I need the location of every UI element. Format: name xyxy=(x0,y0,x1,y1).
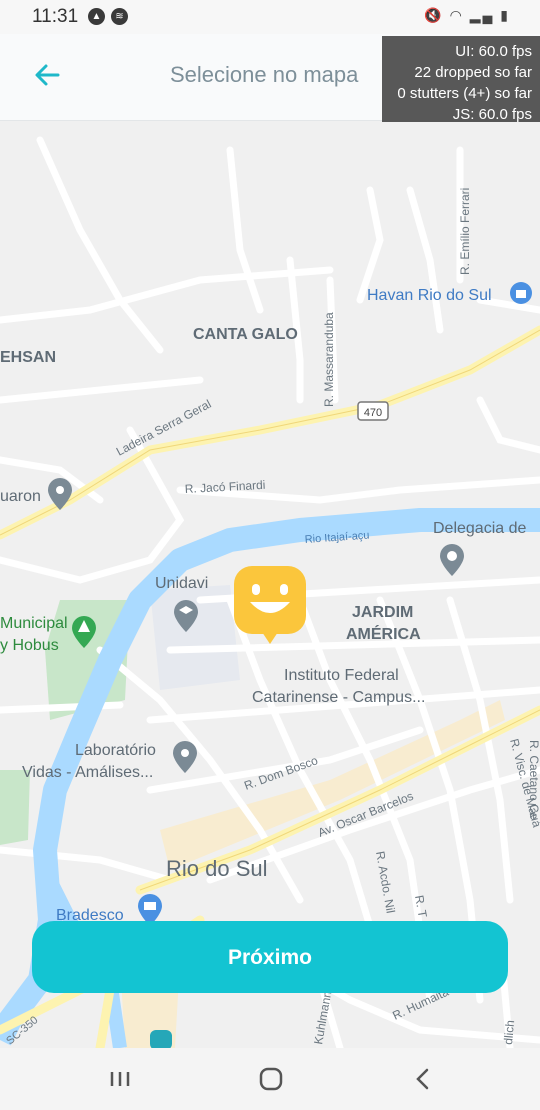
map-label: JARDIM xyxy=(352,604,413,621)
map-label: Catarinense - Campus... xyxy=(252,689,425,706)
mute-icon: 🔇 xyxy=(424,7,444,23)
svg-text:470: 470 xyxy=(364,407,382,419)
arrow-left-icon[interactable] xyxy=(30,58,64,92)
map-label: CANTA GALO xyxy=(193,326,298,343)
battery-icon: ▮ xyxy=(500,7,510,23)
map-label: Vidas - Amális​es... xyxy=(22,764,153,781)
system-nav-bar xyxy=(0,1048,540,1110)
status-time: 11:31 xyxy=(32,6,79,27)
map-label: R. Emílio Ferrari xyxy=(458,188,472,275)
spotify-icon: ≋ xyxy=(111,8,128,25)
home-icon[interactable] xyxy=(251,1064,291,1094)
fps-overlay: UI: 60.0 fps 22 dropped so far 0 stutter… xyxy=(382,36,540,123)
map-label: R. Acdo. Nil xyxy=(373,850,398,914)
map-label: Rio do Sul xyxy=(166,856,268,881)
map-label: Municipal xyxy=(0,615,68,632)
route-shield: 470 xyxy=(357,401,389,421)
park-area xyxy=(0,770,30,845)
fps-js: JS: 60.0 fps xyxy=(452,106,532,123)
location-marker-icon xyxy=(234,566,306,644)
signal-icon: ▂▄ xyxy=(469,7,495,23)
fps-stutters: 0 stutters (4+) so far xyxy=(397,85,532,102)
next-button[interactable]: Próximo xyxy=(32,921,508,993)
fps-ui: UI: 60.0 fps xyxy=(455,43,532,60)
wifi-icon: ◠ xyxy=(449,7,464,23)
recent-apps-icon[interactable] xyxy=(100,1064,140,1094)
assistant-icon: ▲ xyxy=(88,8,105,25)
map-label: EHSAN xyxy=(0,349,56,366)
back-icon[interactable] xyxy=(403,1064,443,1094)
bus-icon[interactable] xyxy=(150,1030,172,1048)
map-label: dlich xyxy=(501,1019,517,1045)
shopping-bag-icon[interactable] xyxy=(510,282,532,304)
map-label: Unidavi xyxy=(155,575,208,592)
commercial-area xyxy=(160,700,505,870)
page-title: Selecione no mapa xyxy=(170,62,359,87)
map-label: Havan Rio do Sul xyxy=(367,287,492,304)
map-label: y Hobus xyxy=(0,637,59,654)
fps-dropped: 22 dropped so far xyxy=(414,64,532,81)
status-bar: 11:31 ▲ ≋ 🔇 ◠ ▂▄ ▮ xyxy=(0,0,540,34)
map-label: uaron xyxy=(0,488,41,505)
map-label: AMÉRICA xyxy=(346,624,421,643)
map-label: Delegacia de xyxy=(433,520,527,537)
location-pin-icon[interactable] xyxy=(173,741,197,773)
map-label: Laboratório xyxy=(75,742,156,759)
map-label: Instituto Federal xyxy=(284,667,399,684)
police-icon[interactable] xyxy=(440,544,464,576)
map-label: R. Massarandubа xyxy=(322,312,336,407)
